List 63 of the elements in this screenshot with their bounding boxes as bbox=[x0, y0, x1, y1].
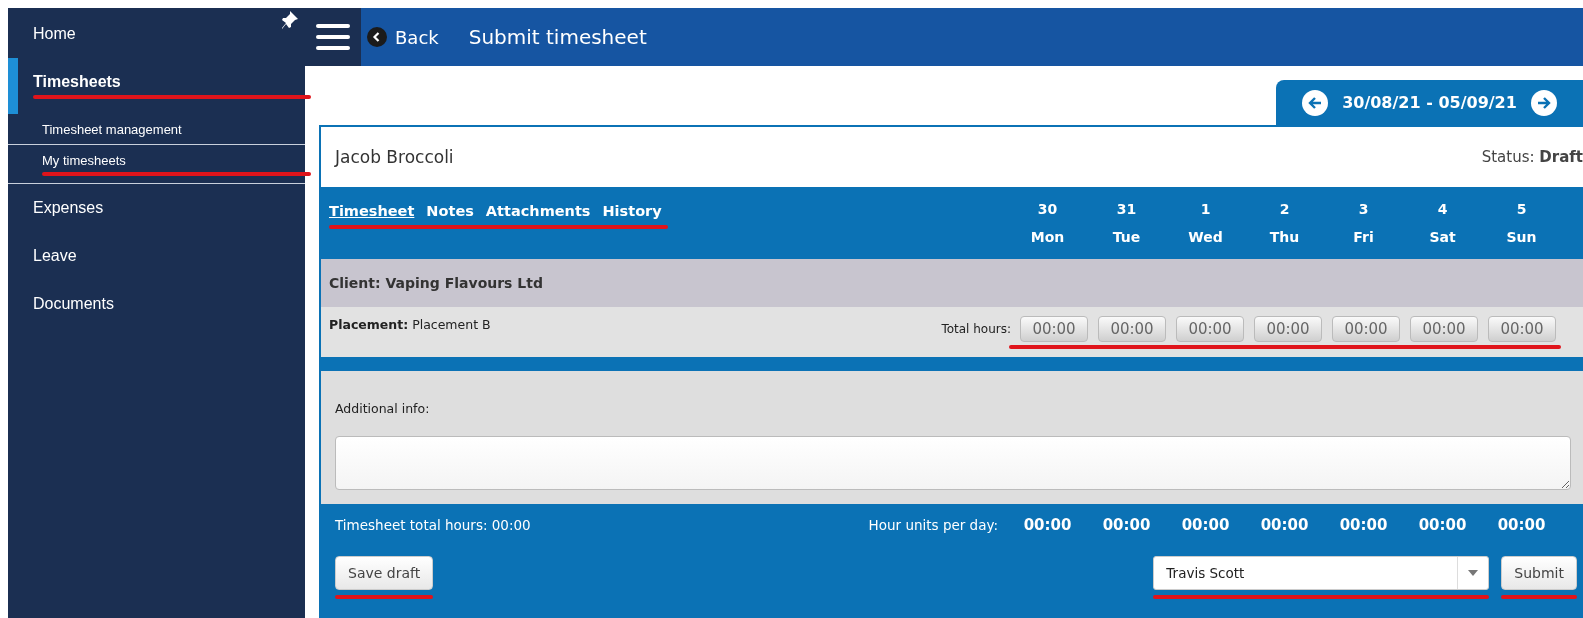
pin-icon[interactable] bbox=[281, 10, 299, 30]
day-hour-units: 00:00 bbox=[1022, 516, 1073, 534]
day-hour-units: 00:00 bbox=[1496, 516, 1547, 534]
day-hour-units: 00:00 bbox=[1180, 516, 1231, 534]
sidebar-item[interactable]: Timesheets bbox=[8, 58, 305, 114]
day-name: Tue bbox=[1112, 229, 1141, 245]
submit-button[interactable]: Submit bbox=[1501, 556, 1577, 590]
sidebar-item[interactable]: My timesheets bbox=[8, 144, 305, 184]
next-week-button[interactable] bbox=[1530, 89, 1557, 116]
save-draft-button[interactable]: Save draft bbox=[335, 556, 434, 590]
sidebar-item[interactable]: Leave bbox=[8, 232, 305, 280]
day-date: 5 bbox=[1516, 201, 1527, 217]
hours-field[interactable]: 00:00 bbox=[1098, 316, 1166, 342]
day-date: 31 bbox=[1116, 201, 1137, 217]
chevron-left-icon bbox=[367, 27, 387, 47]
sidebar-item[interactable]: Timesheet management bbox=[8, 114, 305, 144]
hours-field[interactable]: 00:00 bbox=[1020, 316, 1088, 342]
hours-field[interactable]: 00:00 bbox=[1254, 316, 1322, 342]
day-date: 4 bbox=[1437, 201, 1448, 217]
employee-name: Jacob Broccoli bbox=[335, 147, 454, 167]
day-name: Mon bbox=[1030, 229, 1065, 245]
day-date: 3 bbox=[1358, 201, 1369, 217]
day-hour-units: 00:00 bbox=[1338, 516, 1389, 534]
additional-info-label: Additional info: bbox=[335, 401, 431, 416]
hours-field[interactable]: 00:00 bbox=[1332, 316, 1400, 342]
caret-icon bbox=[1468, 570, 1479, 576]
day-name: Wed bbox=[1188, 229, 1223, 245]
hour-units-label: Hour units per day: bbox=[868, 517, 998, 533]
tab[interactable]: Timesheet bbox=[329, 203, 415, 219]
day-name: Sat bbox=[1429, 229, 1456, 245]
previous-week-button[interactable] bbox=[1302, 89, 1329, 116]
sidebar-item[interactable]: Documents bbox=[8, 280, 305, 328]
tab[interactable]: Attachments bbox=[485, 203, 591, 219]
day-name: Sun bbox=[1506, 229, 1537, 245]
total-hours-label: Total hours: bbox=[941, 322, 1011, 336]
arrow-left-icon bbox=[1307, 94, 1324, 111]
sidebar-item[interactable]: Expenses bbox=[8, 184, 305, 232]
day-hour-units: 00:00 bbox=[1101, 516, 1152, 534]
sidebar-item[interactable]: Home bbox=[8, 10, 305, 58]
tab[interactable]: History bbox=[602, 203, 662, 219]
day-date: 1 bbox=[1200, 201, 1211, 217]
day-hour-units: 00:00 bbox=[1259, 516, 1310, 534]
additional-info-field[interactable] bbox=[335, 436, 1571, 490]
menu-button[interactable] bbox=[305, 8, 361, 66]
day-date: 30 bbox=[1037, 201, 1058, 217]
day-date: 2 bbox=[1279, 201, 1290, 217]
timesheet-total-hours: Timesheet total hours: 00:00 bbox=[334, 517, 532, 533]
day-name: Fri bbox=[1353, 229, 1374, 245]
day-hour-units: 00:00 bbox=[1417, 516, 1468, 534]
client-name: Client: Vaping Flavours Ltd bbox=[321, 259, 1583, 307]
approver-select[interactable]: Travis Scott bbox=[1153, 556, 1490, 590]
back-button[interactable]: Back bbox=[367, 26, 439, 48]
tab[interactable]: Notes bbox=[426, 203, 474, 219]
status-text: Status: Draft bbox=[1481, 148, 1583, 166]
day-name: Thu bbox=[1269, 229, 1300, 245]
arrow-right-icon bbox=[1535, 94, 1552, 111]
hours-field[interactable]: 00:00 bbox=[1410, 316, 1478, 342]
hours-field[interactable]: 00:00 bbox=[1488, 316, 1556, 342]
placement-text: Placement: Placement B bbox=[328, 316, 492, 332]
page-title: Submit timesheet bbox=[468, 25, 647, 49]
date-range: 30/08/21 - 05/09/21 bbox=[1342, 93, 1517, 112]
hours-field[interactable]: 00:00 bbox=[1176, 316, 1244, 342]
menu-icon bbox=[316, 23, 350, 51]
